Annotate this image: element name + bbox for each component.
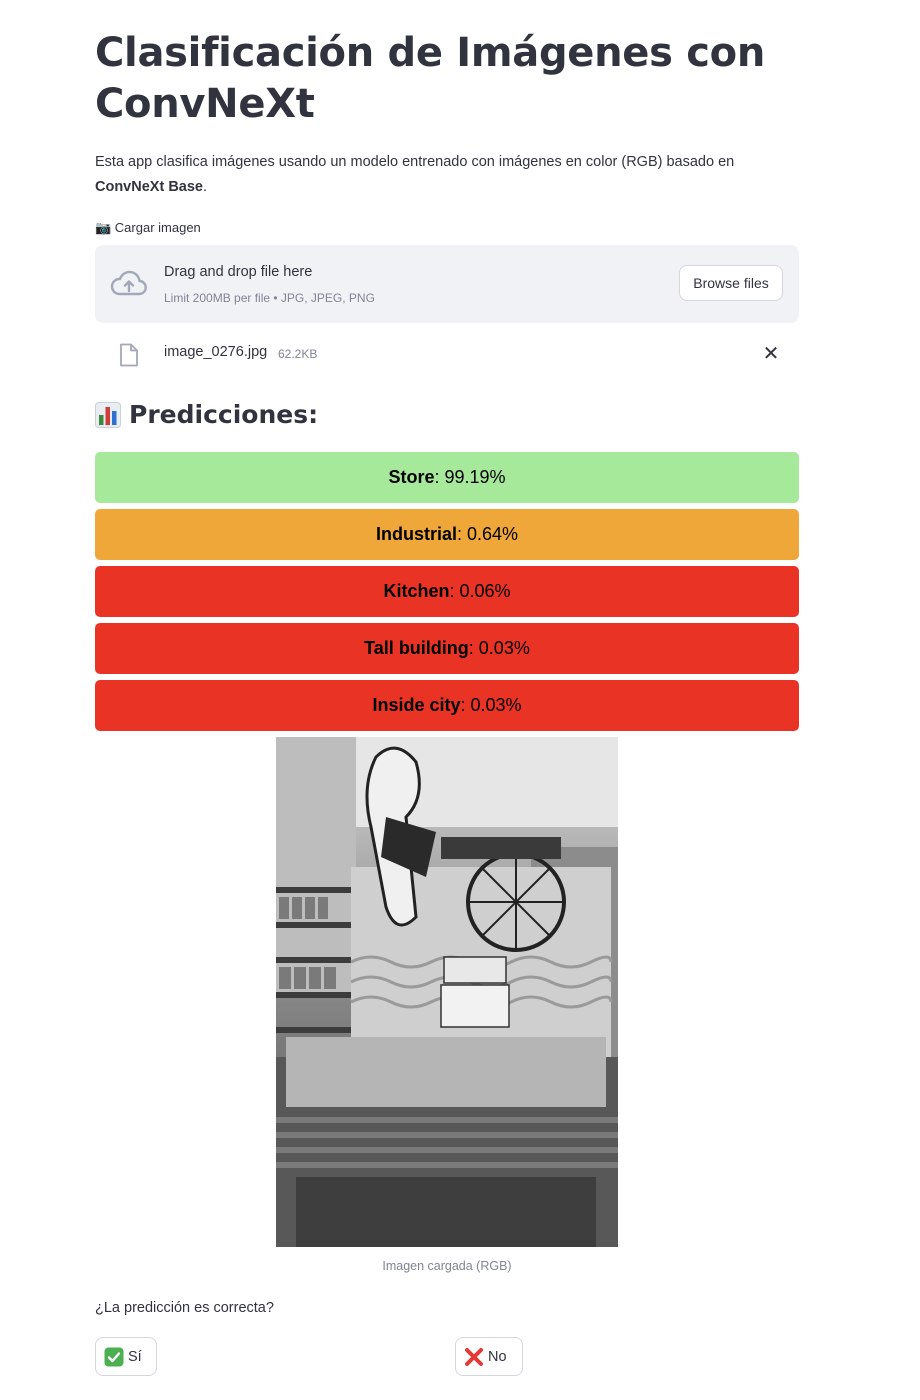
close-icon[interactable]: ✕ [761, 342, 781, 366]
browse-files-button[interactable]: Browse files [679, 265, 783, 301]
prediction-bar: Tall building: 0.03% [95, 623, 799, 674]
prediction-value: : 0.03% [468, 638, 530, 658]
page-title: Clasificación de Imágenes con ConvNeXt [95, 30, 766, 127]
predictions-heading: Predicciones: [95, 400, 318, 429]
prediction-value: : 0.03% [460, 695, 522, 715]
cross-mark-icon [465, 1347, 483, 1366]
predictions-heading-text: Predicciones: [129, 400, 319, 429]
yes-label: Sí [128, 1348, 142, 1365]
no-button[interactable]: No [455, 1337, 523, 1376]
store-photo [276, 737, 618, 1247]
prediction-bar: Kitchen: 0.06% [95, 566, 799, 617]
no-label: No [488, 1348, 507, 1365]
cloud-upload-icon [110, 270, 147, 296]
prediction-label: Inside city [372, 695, 461, 715]
app-description: Esta app clasifica imágenes usando un mo… [95, 150, 735, 200]
prediction-value: : 0.64% [456, 524, 519, 544]
bar-chart-icon [95, 401, 121, 428]
prediction-label: Store [388, 467, 435, 487]
description-end: . [202, 179, 208, 195]
prediction-bar: Inside city: 0.03% [95, 680, 799, 731]
file-icon [120, 343, 138, 367]
prediction-value: : 0.06% [449, 581, 511, 601]
dropzone-title: Drag and drop file here [164, 264, 313, 280]
uploaded-image [276, 737, 618, 1247]
upload-label: 📷 Cargar imagen [95, 220, 201, 235]
prediction-label: Tall building [364, 638, 469, 658]
description-text: Esta app clasifica imágenes usando un mo… [95, 154, 735, 170]
file-name: image_0276.jpg [164, 344, 268, 360]
yes-button[interactable]: Sí [95, 1337, 157, 1376]
file-size: 62.2KB [278, 347, 318, 361]
check-mark-icon [104, 1347, 124, 1366]
dropzone-limit: Limit 200MB per file • JPG, JPEG, PNG [164, 291, 375, 305]
feedback-question: ¿La predicción es correcta? [95, 1300, 274, 1316]
prediction-label: Kitchen [383, 581, 450, 601]
predictions-list: Store: 99.19% Industrial: 0.64% Kitchen:… [95, 452, 799, 737]
prediction-value: : 99.19% [434, 467, 506, 487]
prediction-bar: Industrial: 0.64% [95, 509, 799, 560]
model-name: ConvNeXt Base [95, 179, 203, 195]
image-caption: Imagen cargada (RGB) [382, 1259, 512, 1273]
file-dropzone[interactable]: Drag and drop file here Limit 200MB per … [95, 245, 799, 323]
prediction-bar: Store: 99.19% [95, 452, 799, 503]
prediction-label: Industrial [375, 524, 457, 544]
uploaded-file-row: image_0276.jpg 62.2KB ✕ [95, 336, 799, 372]
